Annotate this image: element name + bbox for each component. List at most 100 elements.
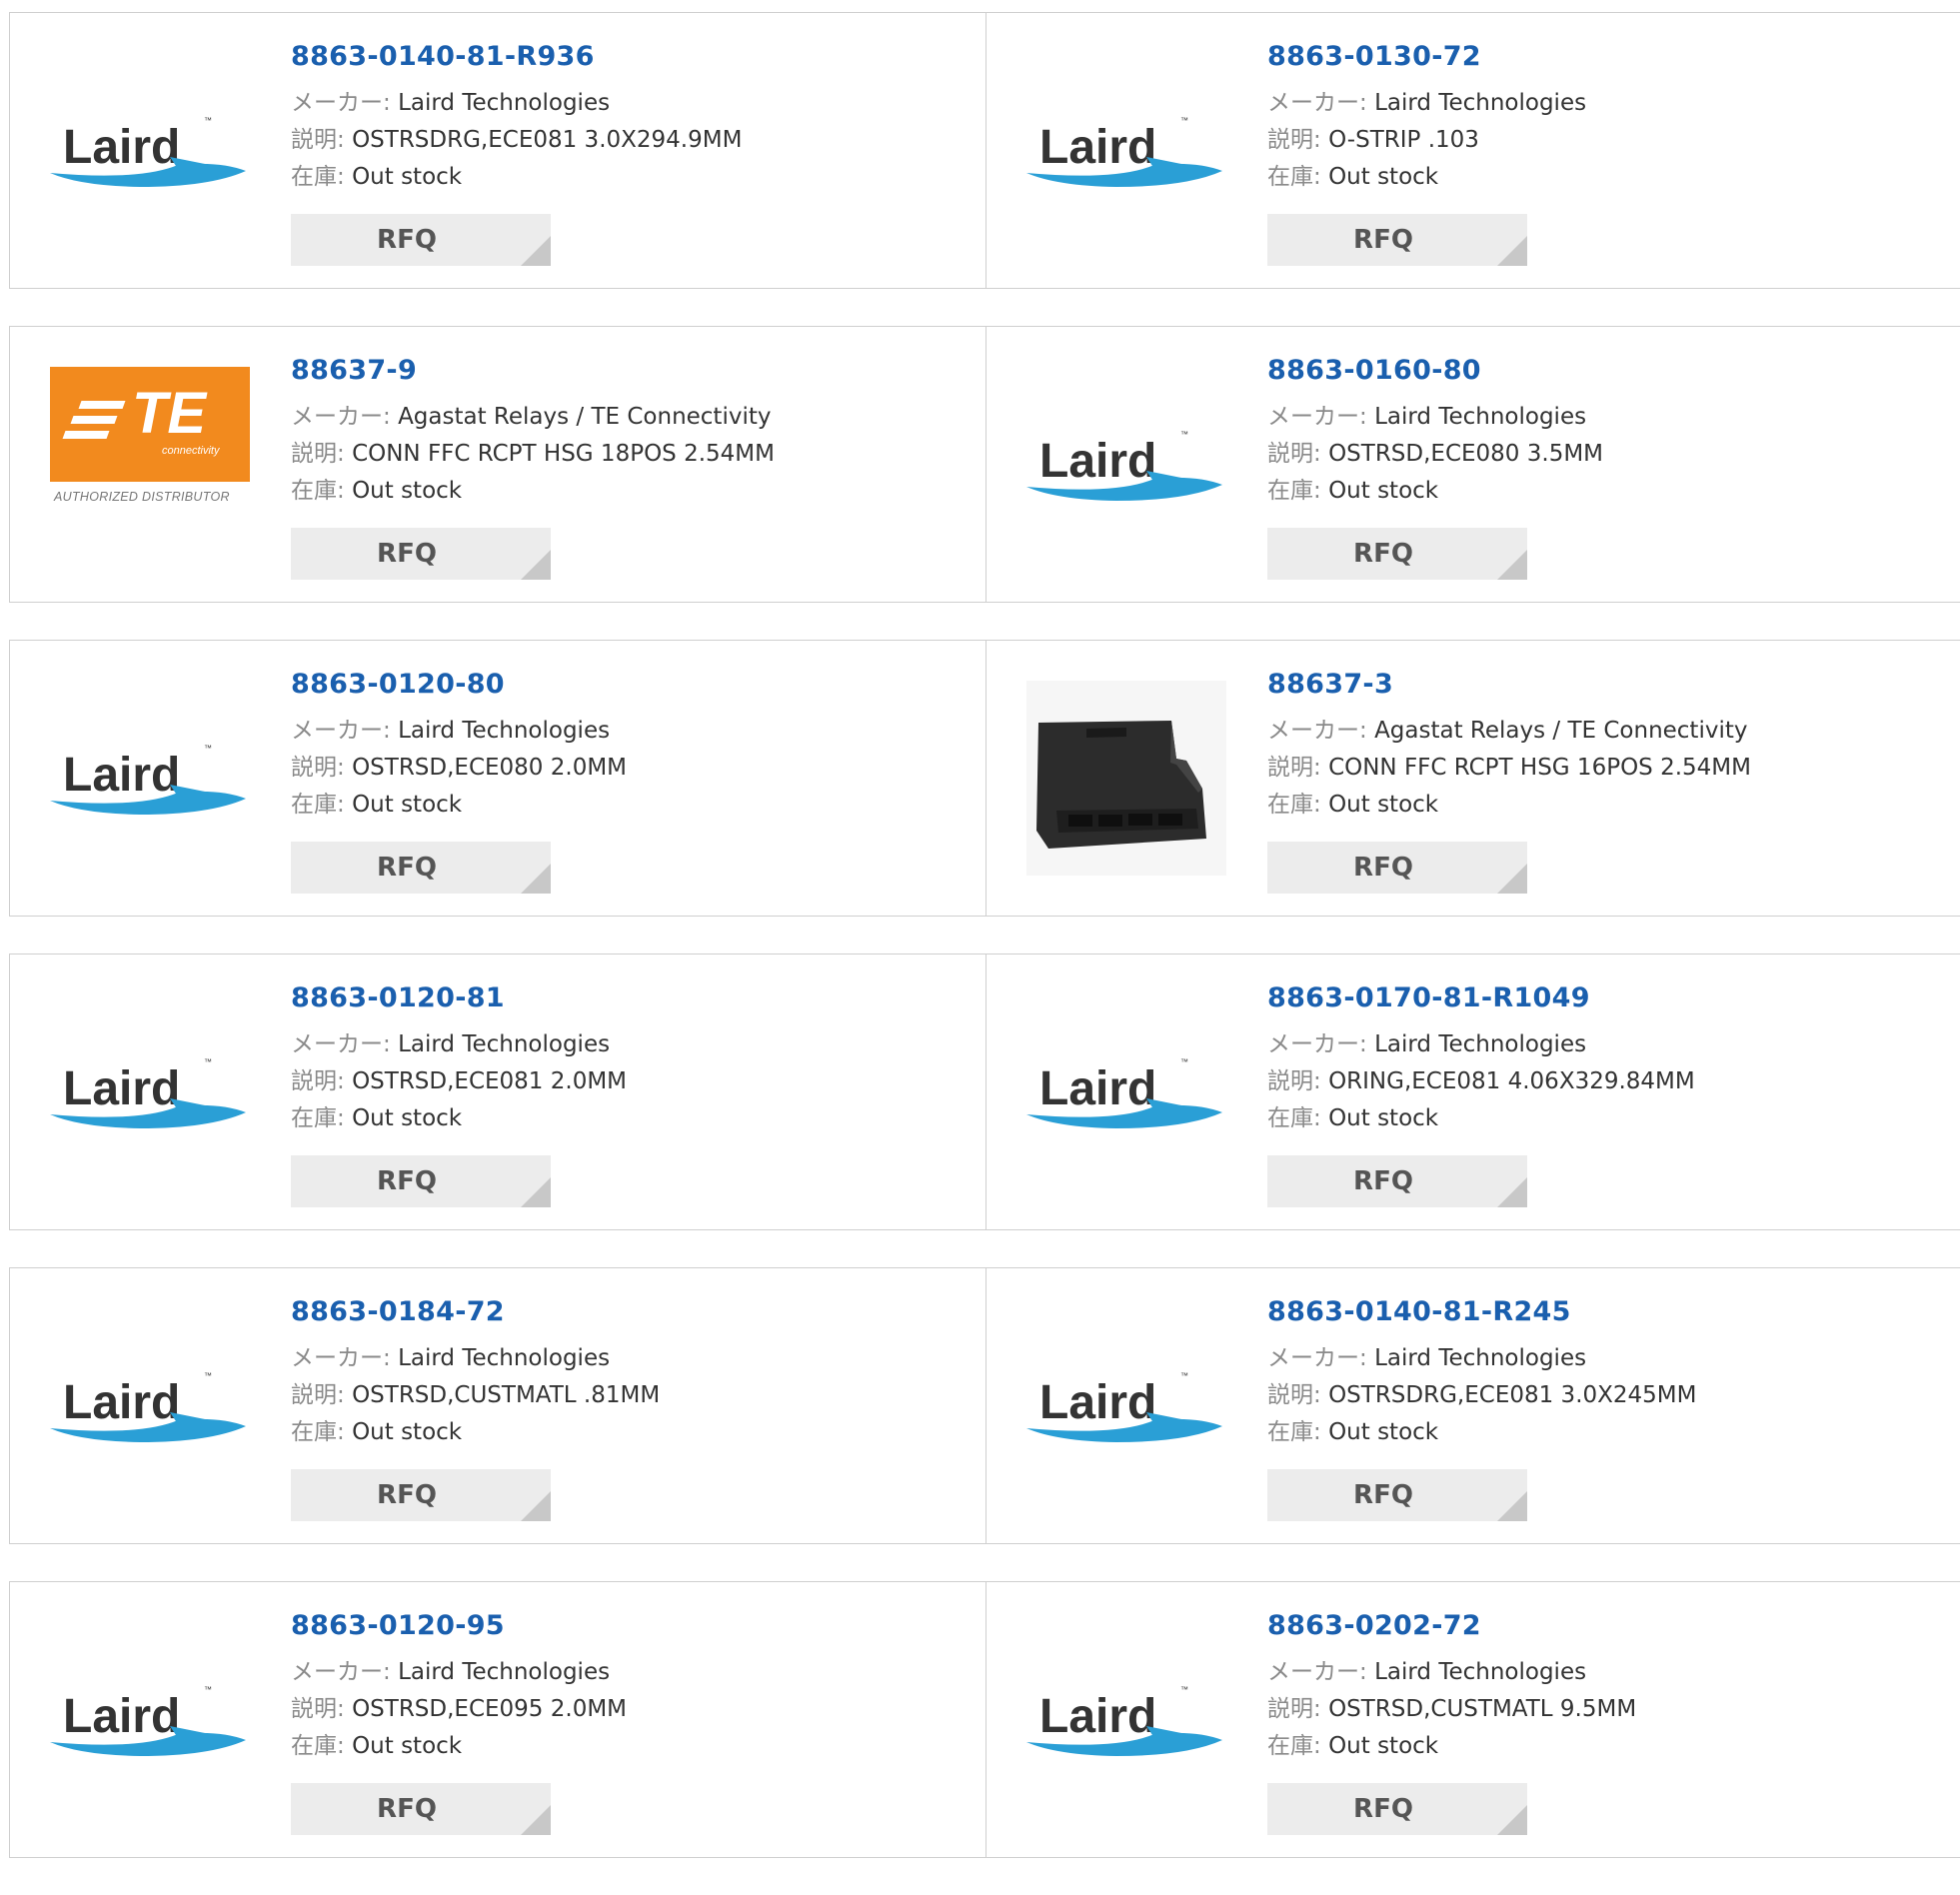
te-logo-sub: connectivity — [162, 445, 220, 457]
manufacturer-logo[interactable]: Laird ™ — [50, 1308, 250, 1503]
rfq-button[interactable]: RFQ — [291, 842, 551, 894]
part-number-link[interactable]: 8863-0184-72 — [291, 1296, 660, 1328]
rfq-button[interactable]: RFQ — [291, 1783, 551, 1835]
product-card: Laird ™ 8863-0120-95 メーカー: Laird Technol… — [9, 1582, 986, 1857]
laird-logo-text: Laird — [1039, 1690, 1156, 1743]
maker-line: メーカー: Laird Technologies — [1267, 85, 1586, 122]
description-label: 説明: — [1267, 441, 1321, 468]
product-info: 8863-0120-81 メーカー: Laird Technologies 説明… — [291, 982, 627, 1137]
stock-label: 在庫: — [1267, 1733, 1321, 1760]
maker-label: メーカー: — [1267, 1659, 1367, 1686]
laird-logo-icon: Laird ™ — [1026, 1371, 1222, 1442]
corner-fold-icon — [1497, 864, 1527, 894]
product-info: 8863-0170-81-R1049 メーカー: Laird Technolog… — [1267, 982, 1695, 1137]
part-number-link[interactable]: 8863-0140-81-R936 — [291, 41, 742, 73]
manufacturer-logo[interactable]: Laird ™ — [50, 53, 250, 248]
rfq-button[interactable]: RFQ — [1267, 1783, 1527, 1835]
rfq-button[interactable]: RFQ — [291, 214, 551, 266]
corner-fold-icon — [1497, 1491, 1527, 1521]
svg-text:™: ™ — [204, 1371, 212, 1380]
corner-fold-icon — [1497, 236, 1527, 266]
part-number-link[interactable]: 8863-0120-81 — [291, 982, 627, 1014]
maker-label: メーカー: — [1267, 1345, 1367, 1372]
maker-line: メーカー: Laird Technologies — [291, 1654, 627, 1691]
maker-value: Laird Technologies — [398, 718, 611, 745]
product-info: 8863-0120-80 メーカー: Laird Technologies 説明… — [291, 669, 627, 824]
maker-value: Laird Technologies — [398, 1659, 611, 1686]
maker-label: メーカー: — [1267, 404, 1367, 431]
description-value: OSTRSD,ECE095 2.0MM — [352, 1696, 628, 1723]
svg-text:™: ™ — [1180, 1371, 1188, 1380]
description-label: 説明: — [291, 755, 345, 782]
maker-line: メーカー: Laird Technologies — [291, 1026, 627, 1063]
stock-line: 在庫: Out stock — [1267, 159, 1586, 196]
part-number-link[interactable]: 8863-0130-72 — [1267, 41, 1586, 73]
part-number-link[interactable]: 8863-0202-72 — [1267, 1610, 1636, 1642]
rfq-button-label: RFQ — [1353, 1480, 1413, 1510]
part-number-link[interactable]: 8863-0120-80 — [291, 669, 627, 701]
rfq-button-label: RFQ — [1353, 853, 1413, 883]
description-value: OSTRSDRG,ECE081 3.0X294.9MM — [352, 127, 743, 154]
laird-logo-icon: Laird ™ — [50, 116, 246, 187]
rfq-button-label: RFQ — [377, 853, 437, 883]
part-number-link[interactable]: 8863-0120-95 — [291, 1610, 627, 1642]
product-grid: Laird ™ 8863-0140-81-R936 メーカー: Laird Te… — [9, 12, 1960, 1895]
rfq-button[interactable]: RFQ — [1267, 1469, 1527, 1521]
stock-label: 在庫: — [291, 1419, 345, 1446]
stock-value: Out stock — [352, 164, 463, 191]
manufacturer-logo[interactable]: Laird ™ — [1026, 994, 1226, 1189]
description-value: O-STRIP .103 — [1328, 127, 1479, 154]
stock-label: 在庫: — [1267, 164, 1321, 191]
stock-value: Out stock — [352, 1105, 463, 1132]
rfq-button[interactable]: RFQ — [291, 1155, 551, 1207]
manufacturer-logo[interactable]: Laird ™ — [50, 1622, 250, 1817]
product-row: TE connectivity AUTHORIZED DISTRIBUTOR 8… — [9, 326, 1960, 603]
stock-value: Out stock — [1328, 164, 1439, 191]
rfq-button[interactable]: RFQ — [1267, 842, 1527, 894]
description-label: 説明: — [1267, 1382, 1321, 1409]
maker-label: メーカー: — [291, 90, 391, 117]
part-number-link[interactable]: 8863-0140-81-R245 — [1267, 1296, 1696, 1328]
product-image[interactable] — [1026, 681, 1226, 876]
part-number-link[interactable]: 8863-0170-81-R1049 — [1267, 982, 1695, 1014]
part-number-link[interactable]: 88637-3 — [1267, 669, 1751, 701]
rfq-button[interactable]: RFQ — [1267, 214, 1527, 266]
maker-line: メーカー: Laird Technologies — [291, 713, 627, 750]
svg-text:™: ™ — [204, 1685, 212, 1694]
manufacturer-logo[interactable]: Laird ™ — [1026, 53, 1226, 248]
corner-fold-icon — [521, 550, 551, 580]
manufacturer-logo[interactable]: Laird ™ — [1026, 1308, 1226, 1503]
rfq-button[interactable]: RFQ — [1267, 528, 1527, 580]
maker-label: メーカー: — [1267, 718, 1367, 745]
manufacturer-logo[interactable]: Laird ™ — [50, 681, 250, 876]
laird-logo-text: Laird — [1039, 121, 1156, 174]
description-line: 説明: CONN FFC RCPT HSG 16POS 2.54MM — [1267, 750, 1751, 787]
maker-line: メーカー: Agastat Relays / TE Connectivity — [1267, 713, 1751, 750]
product-card: Laird ™ 8863-0160-80 メーカー: Laird Technol… — [986, 327, 1960, 602]
corner-fold-icon — [1497, 1805, 1527, 1835]
laird-logo-icon: Laird ™ — [1026, 1685, 1222, 1756]
product-card: Laird ™ 8863-0140-81-R245 メーカー: Laird Te… — [986, 1268, 1960, 1543]
maker-line: メーカー: Laird Technologies — [291, 1340, 660, 1377]
manufacturer-logo[interactable]: Laird ™ — [1026, 367, 1226, 562]
maker-label: メーカー: — [291, 1031, 391, 1058]
product-info: 8863-0140-81-R245 メーカー: Laird Technologi… — [1267, 1296, 1696, 1451]
description-label: 説明: — [291, 1696, 345, 1723]
part-number-link[interactable]: 8863-0160-80 — [1267, 355, 1603, 387]
product-info: 8863-0120-95 メーカー: Laird Technologies 説明… — [291, 1610, 627, 1765]
stock-line: 在庫: Out stock — [291, 1728, 627, 1765]
rfq-button[interactable]: RFQ — [291, 528, 551, 580]
manufacturer-logo[interactable]: Laird ™ — [1026, 1622, 1226, 1817]
manufacturer-logo[interactable]: Laird ™ — [50, 994, 250, 1189]
stock-line: 在庫: Out stock — [291, 1414, 660, 1451]
laird-logo-icon: Laird ™ — [1026, 1057, 1222, 1128]
maker-value: Laird Technologies — [398, 1031, 611, 1058]
stock-label: 在庫: — [1267, 478, 1321, 505]
rfq-button[interactable]: RFQ — [1267, 1155, 1527, 1207]
rfq-button[interactable]: RFQ — [291, 1469, 551, 1521]
te-connectivity-logo-icon: TE connectivity AUTHORIZED DISTRIBUTOR — [50, 367, 250, 562]
manufacturer-logo[interactable]: TE connectivity AUTHORIZED DISTRIBUTOR — [50, 367, 250, 562]
corner-fold-icon — [521, 1491, 551, 1521]
part-number-link[interactable]: 88637-9 — [291, 355, 775, 387]
svg-text:™: ™ — [1180, 1057, 1188, 1066]
